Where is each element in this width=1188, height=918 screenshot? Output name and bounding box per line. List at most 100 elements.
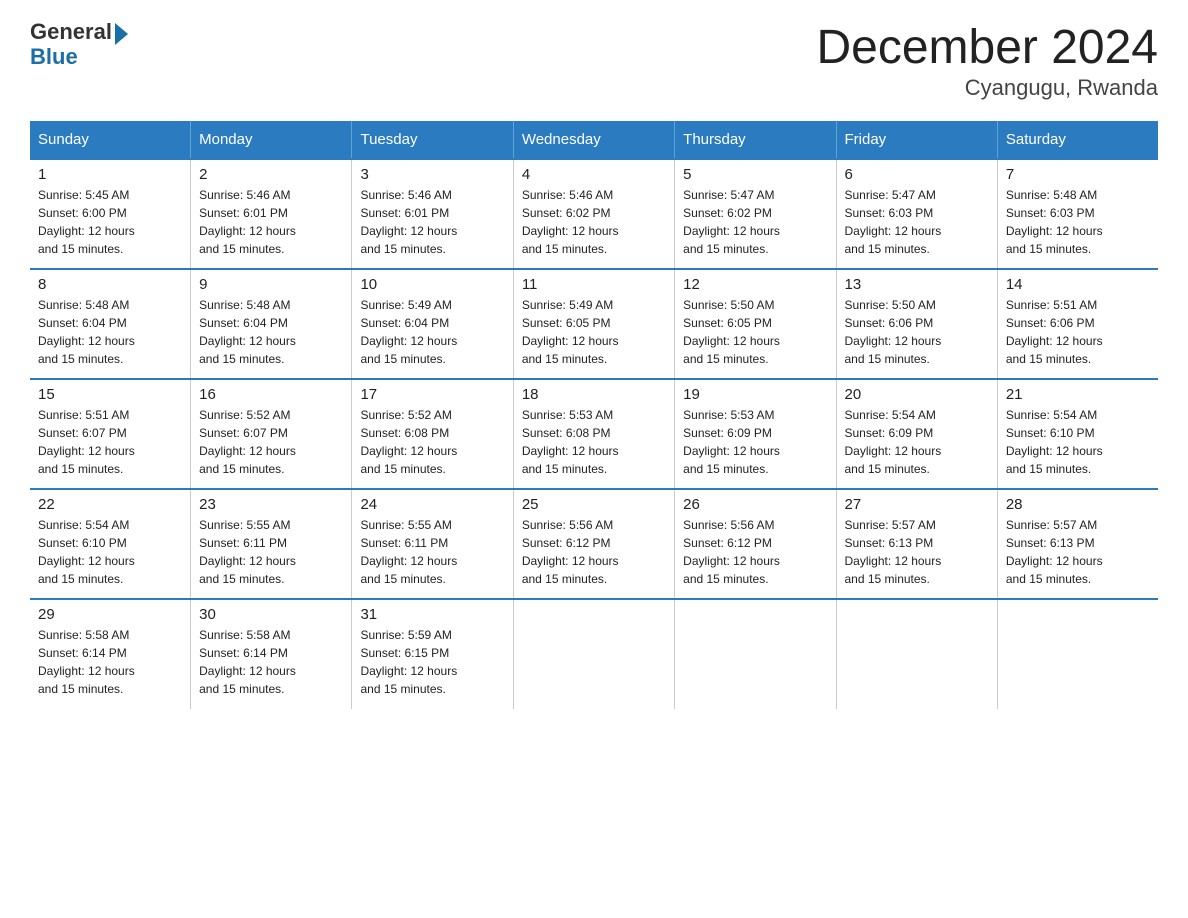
table-row: 30 Sunrise: 5:58 AM Sunset: 6:14 PM Dayl… [191, 599, 352, 709]
calendar-header-row: Sunday Monday Tuesday Wednesday Thursday… [30, 121, 1158, 159]
logo: General Blue [30, 20, 128, 69]
header-saturday: Saturday [997, 121, 1158, 159]
table-row: 4 Sunrise: 5:46 AM Sunset: 6:02 PM Dayli… [513, 159, 674, 269]
day-info: Sunrise: 5:57 AM Sunset: 6:13 PM Dayligh… [1006, 516, 1150, 588]
table-row: 6 Sunrise: 5:47 AM Sunset: 6:03 PM Dayli… [836, 159, 997, 269]
day-info: Sunrise: 5:48 AM Sunset: 6:04 PM Dayligh… [38, 296, 182, 368]
calendar-week-row: 15 Sunrise: 5:51 AM Sunset: 6:07 PM Dayl… [30, 379, 1158, 489]
day-number: 3 [360, 166, 504, 183]
day-info: Sunrise: 5:56 AM Sunset: 6:12 PM Dayligh… [522, 516, 666, 588]
day-number: 19 [683, 386, 827, 403]
header-wednesday: Wednesday [513, 121, 674, 159]
table-row: 1 Sunrise: 5:45 AM Sunset: 6:00 PM Dayli… [30, 159, 191, 269]
day-number: 7 [1006, 166, 1150, 183]
table-row: 28 Sunrise: 5:57 AM Sunset: 6:13 PM Dayl… [997, 489, 1158, 599]
table-row: 26 Sunrise: 5:56 AM Sunset: 6:12 PM Dayl… [675, 489, 836, 599]
day-number: 5 [683, 166, 827, 183]
table-row: 17 Sunrise: 5:52 AM Sunset: 6:08 PM Dayl… [352, 379, 513, 489]
day-number: 29 [38, 606, 182, 623]
day-number: 27 [845, 496, 989, 513]
calendar-week-row: 22 Sunrise: 5:54 AM Sunset: 6:10 PM Dayl… [30, 489, 1158, 599]
day-number: 23 [199, 496, 343, 513]
day-number: 30 [199, 606, 343, 623]
day-info: Sunrise: 5:56 AM Sunset: 6:12 PM Dayligh… [683, 516, 827, 588]
day-number: 18 [522, 386, 666, 403]
day-number: 2 [199, 166, 343, 183]
day-number: 8 [38, 276, 182, 293]
day-number: 10 [360, 276, 504, 293]
day-number: 14 [1006, 276, 1150, 293]
day-info: Sunrise: 5:45 AM Sunset: 6:00 PM Dayligh… [38, 186, 182, 258]
header-tuesday: Tuesday [352, 121, 513, 159]
table-row: 20 Sunrise: 5:54 AM Sunset: 6:09 PM Dayl… [836, 379, 997, 489]
day-info: Sunrise: 5:51 AM Sunset: 6:07 PM Dayligh… [38, 406, 182, 478]
day-info: Sunrise: 5:49 AM Sunset: 6:05 PM Dayligh… [522, 296, 666, 368]
day-info: Sunrise: 5:50 AM Sunset: 6:06 PM Dayligh… [845, 296, 989, 368]
table-row: 21 Sunrise: 5:54 AM Sunset: 6:10 PM Dayl… [997, 379, 1158, 489]
day-number: 24 [360, 496, 504, 513]
day-number: 31 [360, 606, 504, 623]
day-number: 15 [38, 386, 182, 403]
day-info: Sunrise: 5:52 AM Sunset: 6:08 PM Dayligh… [360, 406, 504, 478]
table-row: 2 Sunrise: 5:46 AM Sunset: 6:01 PM Dayli… [191, 159, 352, 269]
day-number: 13 [845, 276, 989, 293]
day-info: Sunrise: 5:46 AM Sunset: 6:02 PM Dayligh… [522, 186, 666, 258]
table-row [513, 599, 674, 709]
day-info: Sunrise: 5:52 AM Sunset: 6:07 PM Dayligh… [199, 406, 343, 478]
table-row: 31 Sunrise: 5:59 AM Sunset: 6:15 PM Dayl… [352, 599, 513, 709]
day-info: Sunrise: 5:51 AM Sunset: 6:06 PM Dayligh… [1006, 296, 1150, 368]
calendar-table: Sunday Monday Tuesday Wednesday Thursday… [30, 121, 1158, 709]
day-number: 28 [1006, 496, 1150, 513]
day-number: 9 [199, 276, 343, 293]
table-row: 22 Sunrise: 5:54 AM Sunset: 6:10 PM Dayl… [30, 489, 191, 599]
table-row: 8 Sunrise: 5:48 AM Sunset: 6:04 PM Dayli… [30, 269, 191, 379]
calendar-title-block: December 2024 Cyangugu, Rwanda [816, 20, 1158, 101]
day-number: 26 [683, 496, 827, 513]
table-row: 10 Sunrise: 5:49 AM Sunset: 6:04 PM Dayl… [352, 269, 513, 379]
day-info: Sunrise: 5:55 AM Sunset: 6:11 PM Dayligh… [360, 516, 504, 588]
table-row: 13 Sunrise: 5:50 AM Sunset: 6:06 PM Dayl… [836, 269, 997, 379]
calendar-subtitle: Cyangugu, Rwanda [816, 75, 1158, 101]
day-number: 20 [845, 386, 989, 403]
table-row: 25 Sunrise: 5:56 AM Sunset: 6:12 PM Dayl… [513, 489, 674, 599]
day-info: Sunrise: 5:53 AM Sunset: 6:08 PM Dayligh… [522, 406, 666, 478]
table-row: 14 Sunrise: 5:51 AM Sunset: 6:06 PM Dayl… [997, 269, 1158, 379]
day-number: 1 [38, 166, 182, 183]
table-row: 15 Sunrise: 5:51 AM Sunset: 6:07 PM Dayl… [30, 379, 191, 489]
table-row: 16 Sunrise: 5:52 AM Sunset: 6:07 PM Dayl… [191, 379, 352, 489]
day-number: 6 [845, 166, 989, 183]
table-row: 29 Sunrise: 5:58 AM Sunset: 6:14 PM Dayl… [30, 599, 191, 709]
day-number: 21 [1006, 386, 1150, 403]
day-info: Sunrise: 5:55 AM Sunset: 6:11 PM Dayligh… [199, 516, 343, 588]
day-info: Sunrise: 5:58 AM Sunset: 6:14 PM Dayligh… [199, 626, 343, 698]
day-number: 12 [683, 276, 827, 293]
day-info: Sunrise: 5:46 AM Sunset: 6:01 PM Dayligh… [199, 186, 343, 258]
day-info: Sunrise: 5:57 AM Sunset: 6:13 PM Dayligh… [845, 516, 989, 588]
table-row: 23 Sunrise: 5:55 AM Sunset: 6:11 PM Dayl… [191, 489, 352, 599]
header-thursday: Thursday [675, 121, 836, 159]
header-friday: Friday [836, 121, 997, 159]
day-info: Sunrise: 5:47 AM Sunset: 6:03 PM Dayligh… [845, 186, 989, 258]
day-info: Sunrise: 5:49 AM Sunset: 6:04 PM Dayligh… [360, 296, 504, 368]
day-number: 22 [38, 496, 182, 513]
table-row: 19 Sunrise: 5:53 AM Sunset: 6:09 PM Dayl… [675, 379, 836, 489]
table-row: 24 Sunrise: 5:55 AM Sunset: 6:11 PM Dayl… [352, 489, 513, 599]
day-number: 11 [522, 276, 666, 293]
calendar-week-row: 8 Sunrise: 5:48 AM Sunset: 6:04 PM Dayli… [30, 269, 1158, 379]
table-row: 12 Sunrise: 5:50 AM Sunset: 6:05 PM Dayl… [675, 269, 836, 379]
day-info: Sunrise: 5:58 AM Sunset: 6:14 PM Dayligh… [38, 626, 182, 698]
day-number: 4 [522, 166, 666, 183]
table-row [836, 599, 997, 709]
table-row: 18 Sunrise: 5:53 AM Sunset: 6:08 PM Dayl… [513, 379, 674, 489]
day-number: 16 [199, 386, 343, 403]
day-info: Sunrise: 5:47 AM Sunset: 6:02 PM Dayligh… [683, 186, 827, 258]
calendar-title: December 2024 [816, 20, 1158, 75]
table-row: 5 Sunrise: 5:47 AM Sunset: 6:02 PM Dayli… [675, 159, 836, 269]
day-info: Sunrise: 5:48 AM Sunset: 6:03 PM Dayligh… [1006, 186, 1150, 258]
table-row: 7 Sunrise: 5:48 AM Sunset: 6:03 PM Dayli… [997, 159, 1158, 269]
table-row [675, 599, 836, 709]
calendar-week-row: 1 Sunrise: 5:45 AM Sunset: 6:00 PM Dayli… [30, 159, 1158, 269]
day-number: 25 [522, 496, 666, 513]
day-info: Sunrise: 5:53 AM Sunset: 6:09 PM Dayligh… [683, 406, 827, 478]
header-monday: Monday [191, 121, 352, 159]
